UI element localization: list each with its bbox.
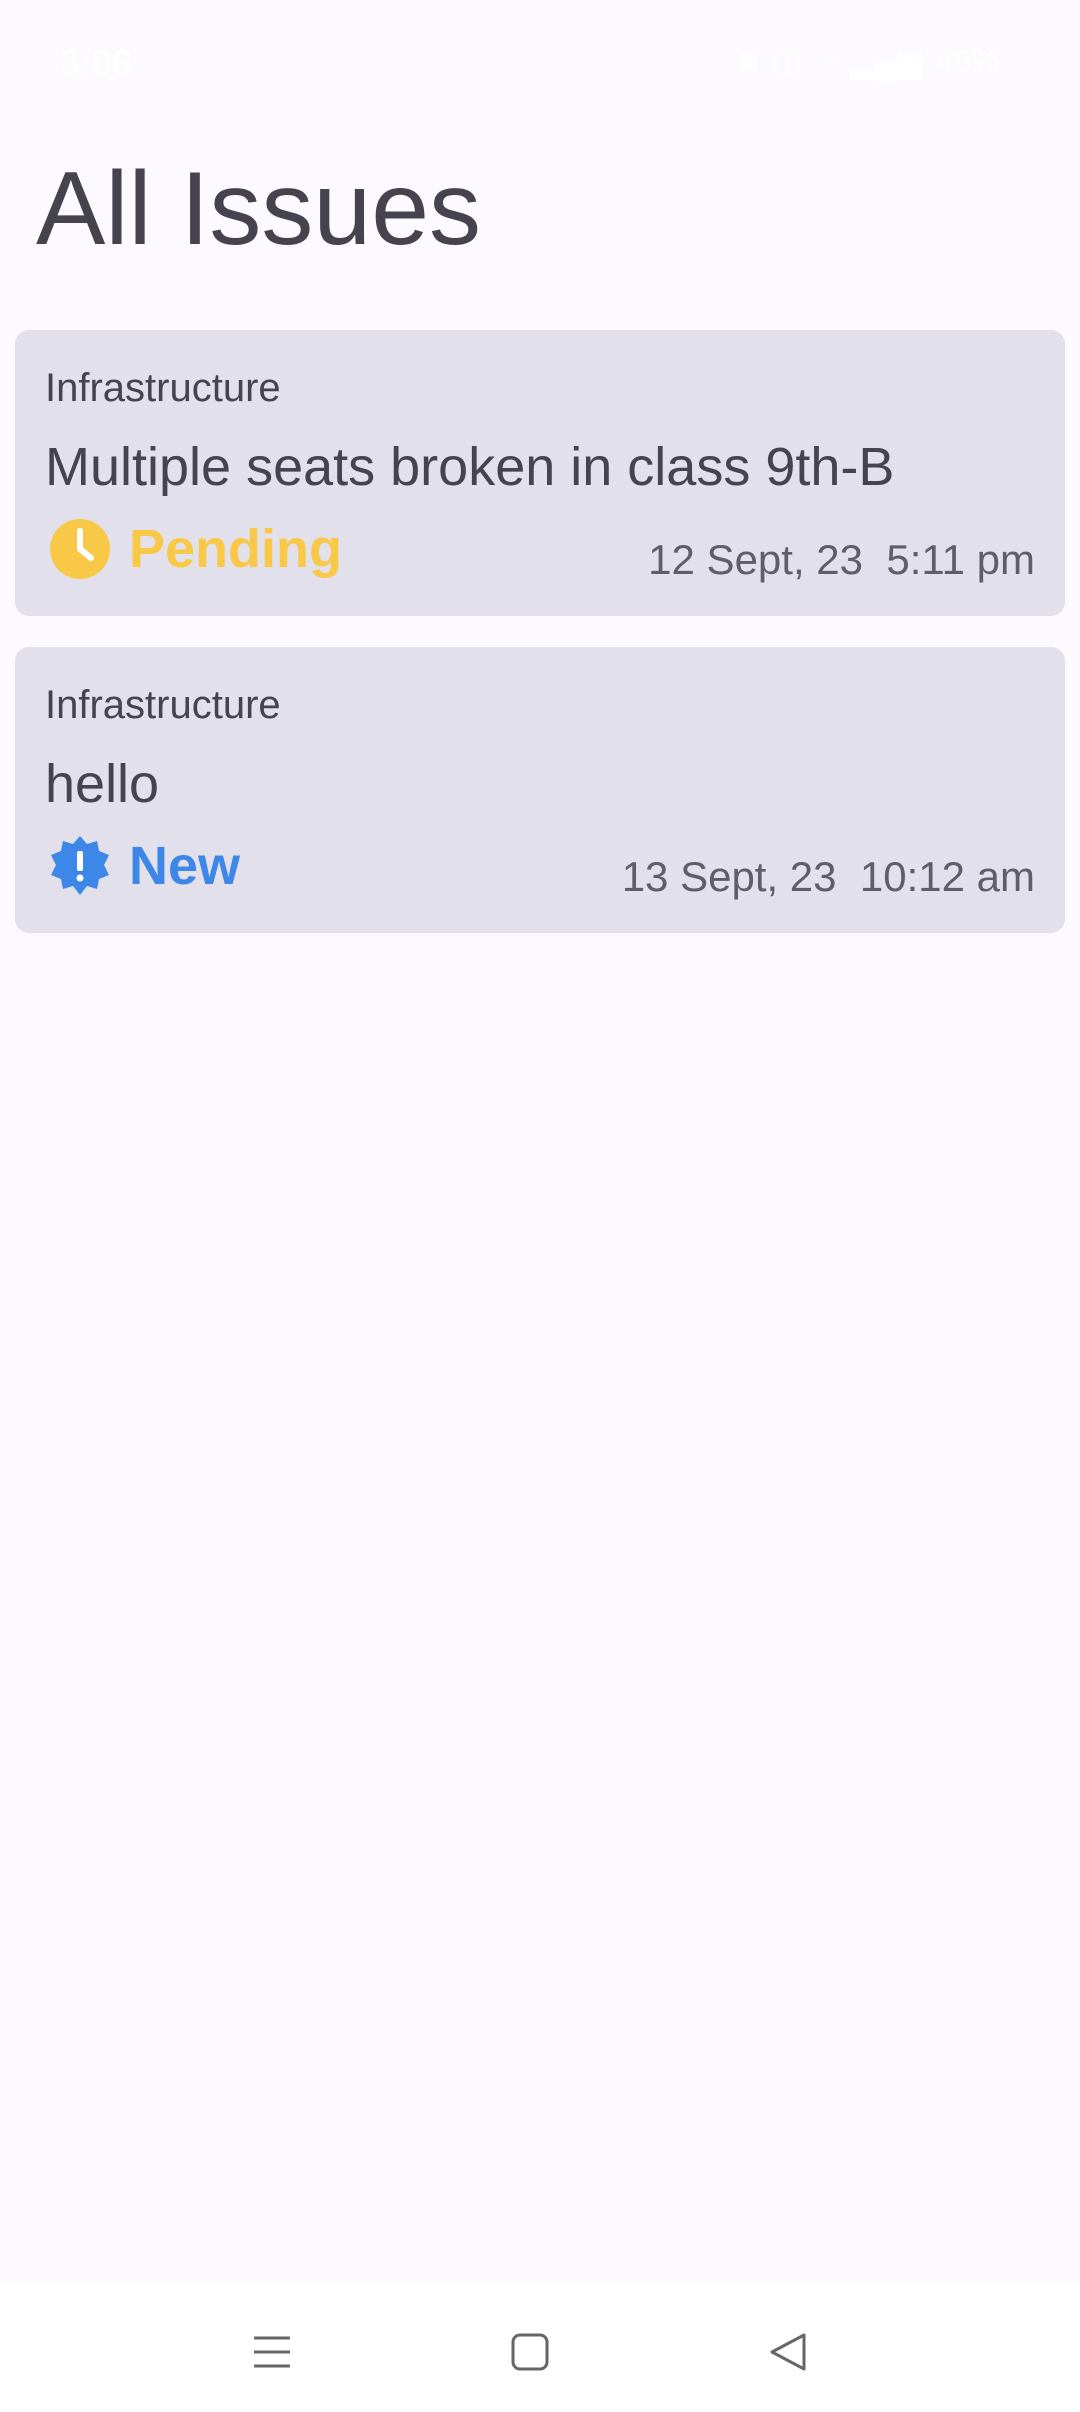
issue-date: 13 Sept, 23 — [621, 853, 837, 900]
signal-icon: ▂▄▆ — [850, 43, 922, 79]
issue-date: 12 Sept, 23 — [648, 536, 864, 583]
status-label: Pending — [129, 519, 342, 579]
issue-category: Infrastructure — [45, 683, 281, 727]
status-time: 3:06 — [60, 42, 133, 83]
vpn-icon: ◫ — [772, 43, 803, 79]
home-square-icon[interactable] — [500, 2322, 560, 2382]
issue-datetime: 13 Sept, 23 10:12 am — [622, 853, 1035, 901]
issue-status: Pending — [49, 518, 342, 580]
issue-category: Infrastructure — [45, 366, 281, 410]
page-title: All Issues — [36, 151, 482, 267]
issue-time: 5:11 pm — [886, 536, 1035, 583]
issue-time: 10:12 am — [859, 853, 1035, 900]
issue-list: Infrastructure Multiple seats broken in … — [15, 330, 1065, 964]
wifi-icon: ◔ — [816, 42, 837, 79]
issue-title: hello — [45, 754, 160, 814]
issue-title: Multiple seats broken in class 9th-B — [45, 437, 895, 497]
status-icons: ■ ◫ ◔ ▂▄▆ 49% — [739, 42, 1000, 80]
back-triangle-icon[interactable] — [758, 2322, 818, 2382]
menu-icon[interactable] — [242, 2322, 302, 2382]
issue-card[interactable]: Infrastructure Multiple seats broken in … — [15, 330, 1065, 616]
system-nav-bar — [0, 2282, 1080, 2412]
clock-icon — [50, 519, 110, 579]
issue-status: New — [49, 835, 240, 897]
status-bar: 3:06 ■ ◫ ◔ ▂▄▆ 49% — [0, 0, 1080, 120]
issue-card[interactable]: Infrastructure hello New 13 Sept, 23 10:… — [15, 647, 1065, 933]
battery-text: 49% — [935, 42, 1000, 79]
new-badge-icon — [51, 836, 109, 895]
issue-datetime: 12 Sept, 23 5:11 pm — [648, 536, 1035, 584]
notification-icon: ■ — [739, 42, 759, 79]
status-label: New — [129, 836, 241, 896]
